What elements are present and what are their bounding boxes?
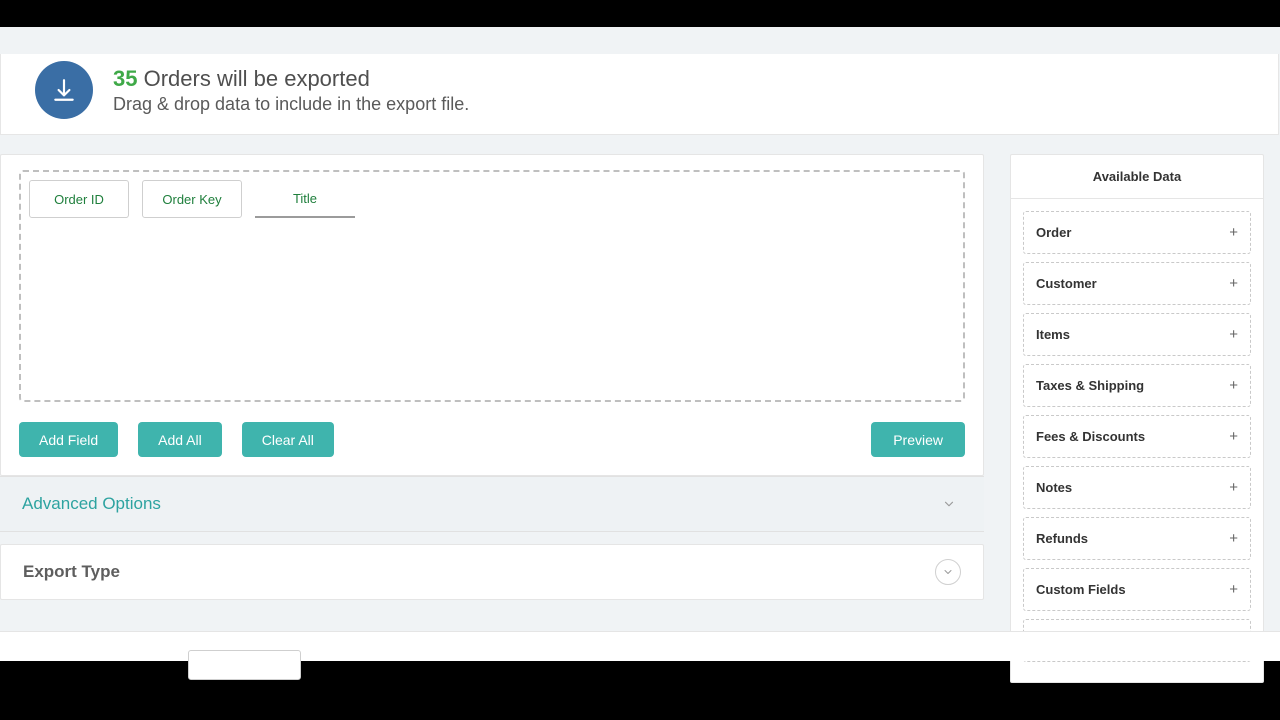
plus-icon: +	[1229, 224, 1238, 241]
plus-icon: +	[1229, 530, 1238, 547]
advanced-options-label: Advanced Options	[22, 494, 161, 514]
available-item-label: Notes	[1036, 480, 1072, 495]
add-all-button[interactable]: Add All	[138, 422, 222, 457]
download-icon	[35, 61, 93, 119]
export-title-text: Orders will be exported	[144, 66, 370, 91]
available-data-title: Available Data	[1011, 155, 1263, 199]
available-item[interactable]: Fees & Discounts +	[1023, 415, 1251, 458]
field-chip[interactable]: Order ID	[29, 180, 129, 218]
field-chip[interactable]: Order Key	[142, 180, 242, 218]
export-count: 35	[113, 66, 137, 91]
available-item[interactable]: Taxes & Shipping +	[1023, 364, 1251, 407]
plus-icon: +	[1229, 326, 1238, 343]
preview-button[interactable]: Preview	[871, 422, 965, 457]
plus-icon: +	[1229, 428, 1238, 445]
available-item-label: Customer	[1036, 276, 1097, 291]
available-item-label: Taxes & Shipping	[1036, 378, 1144, 393]
available-item-label: Order	[1036, 225, 1071, 240]
plus-icon: +	[1229, 581, 1238, 598]
partial-field[interactable]	[188, 650, 301, 680]
available-item-label: Refunds	[1036, 531, 1088, 546]
export-type-label: Export Type	[23, 562, 120, 582]
export-title: 35 Orders will be exported	[113, 66, 469, 92]
export-type-accordion[interactable]: Export Type	[0, 544, 984, 600]
add-field-button[interactable]: Add Field	[19, 422, 118, 457]
available-item-label: Custom Fields	[1036, 582, 1126, 597]
available-item[interactable]: Refunds +	[1023, 517, 1251, 560]
plus-icon: +	[1229, 377, 1238, 394]
available-item[interactable]: Notes +	[1023, 466, 1251, 509]
bottom-panel-edge	[0, 631, 1280, 661]
advanced-options-accordion[interactable]: Advanced Options	[0, 476, 984, 532]
clear-all-button[interactable]: Clear All	[242, 422, 334, 457]
available-item-label: Fees & Discounts	[1036, 429, 1145, 444]
export-header: 35 Orders will be exported Drag & drop d…	[0, 54, 1279, 135]
export-builder-card: Order ID Order Key Title Add Field Add All…	[0, 154, 984, 476]
available-item[interactable]: Custom Fields +	[1023, 568, 1251, 611]
plus-icon: +	[1229, 479, 1238, 496]
chevron-down-icon	[935, 559, 961, 585]
letterbox-top	[0, 0, 1280, 27]
app-stage: 35 Orders will be exported Drag & drop d…	[0, 27, 1280, 661]
plus-icon: +	[1229, 275, 1238, 292]
available-item[interactable]: Order +	[1023, 211, 1251, 254]
available-item-label: Items	[1036, 327, 1070, 342]
available-data-panel: Available Data Order+Customer+Items+Taxe…	[1010, 154, 1264, 683]
field-dropzone[interactable]: Order ID Order Key Title	[19, 170, 965, 402]
field-chip[interactable]: Title	[255, 180, 355, 218]
chevron-down-icon	[936, 491, 962, 517]
export-subtitle: Drag & drop data to include in the expor…	[113, 94, 469, 115]
available-item[interactable]: Items +	[1023, 313, 1251, 356]
available-item[interactable]: Customer +	[1023, 262, 1251, 305]
